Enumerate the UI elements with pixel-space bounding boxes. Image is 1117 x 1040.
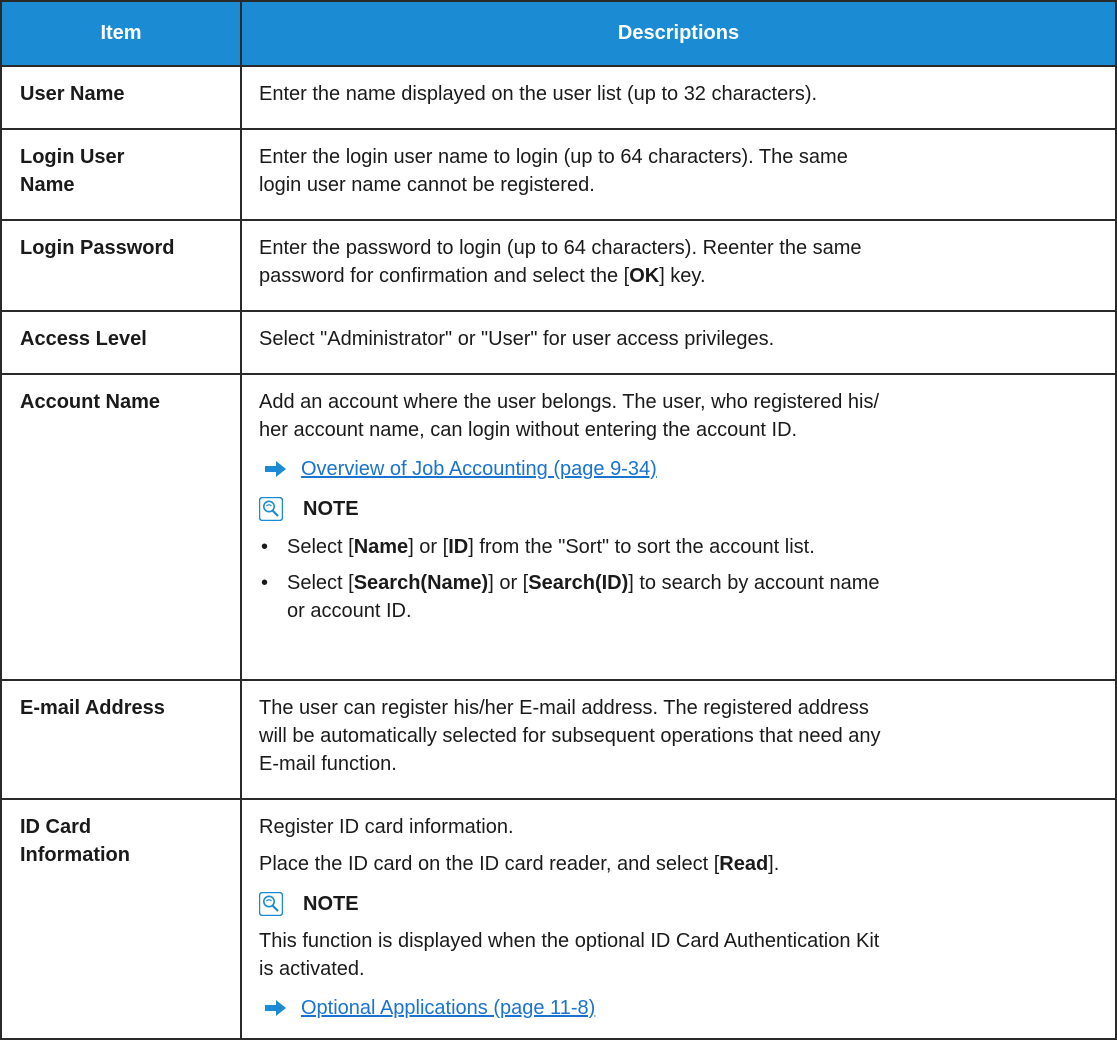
table-row: Login Password Enter the password to log… bbox=[0, 219, 1117, 312]
row-item-login-user-name: Login User Name bbox=[0, 128, 242, 221]
row-desc-user-name: Enter the name displayed on the user lis… bbox=[240, 65, 1117, 130]
row-desc-access-level: Select "Administrator" or "User" for use… bbox=[240, 310, 1117, 375]
table-row: Account Name Add an account where the us… bbox=[0, 373, 1117, 681]
settings-table: Item Descriptions User Name Enter the na… bbox=[0, 0, 1117, 1040]
row-desc-login-password: Enter the password to login (up to 64 ch… bbox=[240, 219, 1117, 312]
row-desc-id-card-information: Register ID card information. Place the … bbox=[240, 798, 1117, 1040]
table-row: E-mail Address The user can register his… bbox=[0, 679, 1117, 800]
arrow-right-icon bbox=[265, 1000, 286, 1016]
link-job-accounting[interactable]: Overview of Job Accounting (page 9-34) bbox=[301, 455, 657, 483]
note-heading: NOTE bbox=[259, 495, 1095, 523]
header-descriptions: Descriptions bbox=[240, 0, 1117, 67]
table-row: Access Level Select "Administrator" or "… bbox=[0, 310, 1117, 375]
row-item-user-name: User Name bbox=[0, 65, 242, 130]
note-bullet-list: • Select [Name] or [ID] from the "Sort" … bbox=[259, 533, 1095, 625]
note-heading: NOTE bbox=[259, 890, 1095, 918]
row-item-login-password: Login Password bbox=[0, 219, 242, 312]
link-optional-applications[interactable]: Optional Applications (page 11-8) bbox=[301, 994, 595, 1022]
read-key-label: Read bbox=[719, 853, 769, 875]
arrow-right-icon bbox=[265, 461, 286, 477]
row-item-access-level: Access Level bbox=[0, 310, 242, 375]
row-desc-login-user-name: Enter the login user name to login (up t… bbox=[240, 128, 1117, 221]
row-item-account-name: Account Name bbox=[0, 373, 242, 681]
ok-key-label: OK bbox=[629, 265, 660, 287]
row-desc-account-name: Add an account where the user belongs. T… bbox=[240, 373, 1117, 681]
row-desc-email-address: The user can register his/her E-mail add… bbox=[240, 679, 1117, 800]
header-item: Item bbox=[0, 0, 242, 67]
link-row: Optional Applications (page 11-8) bbox=[259, 994, 1095, 1022]
row-item-email-address: E-mail Address bbox=[0, 679, 242, 800]
lightbulb-note-icon bbox=[259, 497, 283, 521]
row-item-id-card-information: ID Card Information bbox=[0, 798, 242, 1040]
table-row: ID Card Information Register ID card inf… bbox=[0, 798, 1117, 1040]
link-row: Overview of Job Accounting (page 9-34) bbox=[259, 455, 1095, 483]
table-row: User Name Enter the name displayed on th… bbox=[0, 65, 1117, 130]
list-item: • Select [Search(Name)] or [Search(ID)] … bbox=[261, 572, 880, 622]
lightbulb-note-icon bbox=[259, 892, 283, 916]
table-header-row: Item Descriptions bbox=[0, 0, 1117, 67]
table-row: Login User Name Enter the login user nam… bbox=[0, 128, 1117, 221]
list-item: • Select [Name] or [ID] from the "Sort" … bbox=[261, 536, 815, 558]
